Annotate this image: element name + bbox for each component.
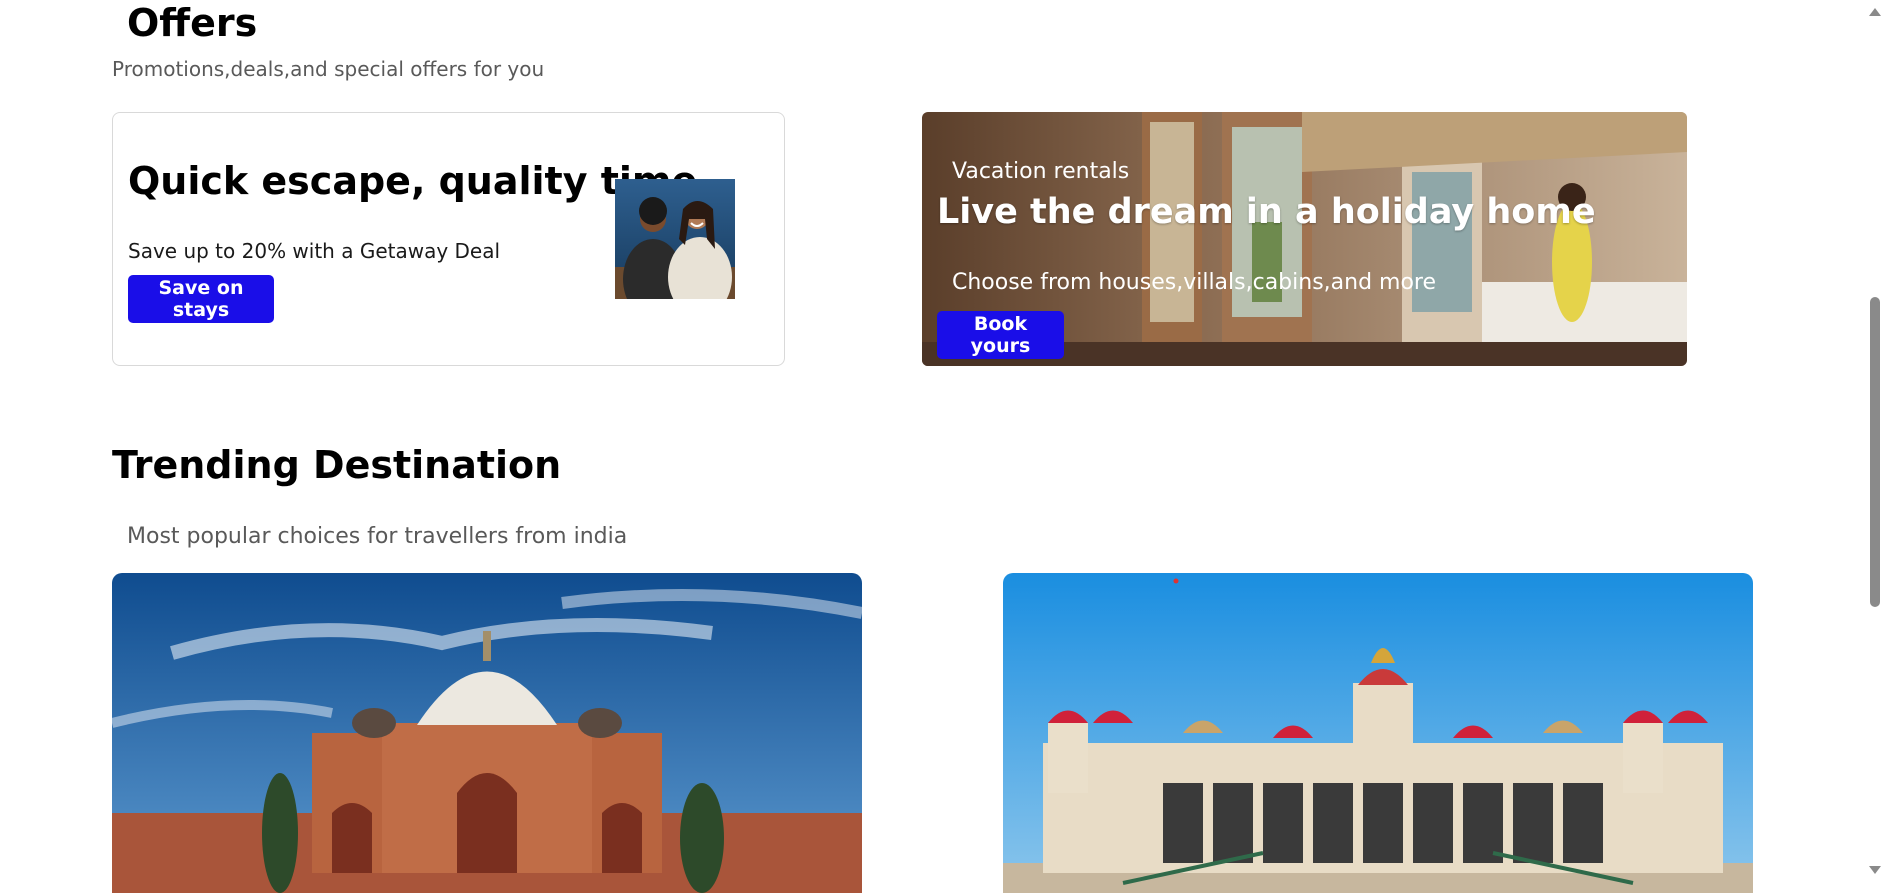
scroll-down-arrow-icon[interactable] — [1869, 866, 1881, 874]
humayun-tomb-image — [112, 573, 862, 893]
getaway-headline: Quick escape, quality time — [128, 159, 698, 203]
getaway-description: Save up to 20% with a Getaway Deal — [128, 239, 501, 263]
save-on-stays-button[interactable]: Save on stays — [128, 275, 274, 323]
rentals-kicker: Vacation rentals — [952, 159, 1130, 184]
mysore-palace-image — [1003, 573, 1753, 893]
scroll-up-arrow-icon[interactable] — [1869, 8, 1881, 16]
destination-card-delhi[interactable] — [112, 573, 862, 893]
couple-boat-image — [615, 179, 735, 299]
scrollbar-thumb[interactable] — [1870, 297, 1880, 607]
page-scrollbar[interactable] — [1865, 0, 1885, 882]
offers-subtitle: Promotions,deals,and special offers for … — [112, 57, 545, 81]
trending-title: Trending Destination — [112, 443, 562, 487]
destination-card-mysore[interactable] — [1003, 573, 1753, 893]
getaway-deal-card: Quick escape, quality time Save up to 20… — [112, 112, 785, 366]
rentals-description: Choose from houses,villals,cabins,and mo… — [952, 270, 1437, 295]
offers-title: Offers — [127, 1, 258, 45]
book-yours-button[interactable]: Book yours — [937, 311, 1064, 359]
trending-subtitle: Most popular choices for travellers from… — [127, 524, 628, 549]
vacation-rentals-card: Vacation rentals Live the dream in a hol… — [922, 112, 1687, 366]
rentals-headline: Live the dream in a holiday home — [937, 192, 1596, 232]
